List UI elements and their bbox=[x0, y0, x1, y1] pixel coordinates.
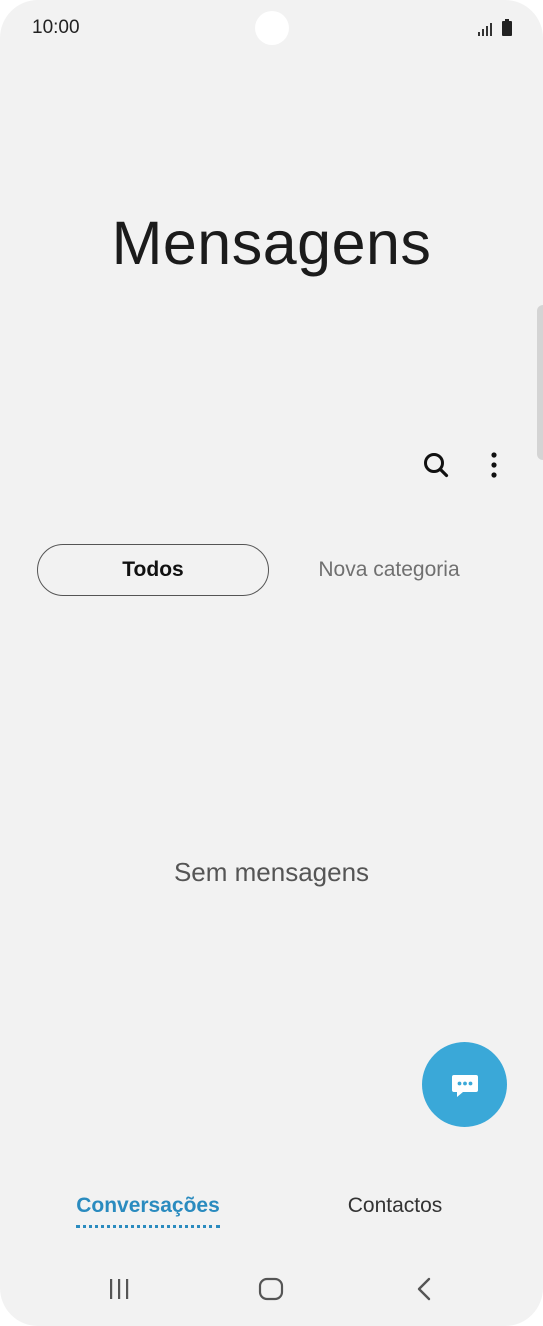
status-time: 10:00 bbox=[32, 17, 80, 38]
more-vertical-icon bbox=[491, 452, 497, 478]
home-button[interactable] bbox=[256, 1276, 286, 1302]
screen: 10:00 Mensagens Todos Nova categoria Sem… bbox=[0, 0, 543, 1326]
signal-icon bbox=[478, 23, 492, 36]
compose-message-icon bbox=[451, 1074, 478, 1097]
back-button[interactable] bbox=[410, 1274, 438, 1304]
recent-apps-icon bbox=[110, 1279, 129, 1299]
more-options-button[interactable] bbox=[478, 447, 510, 483]
navigation-bar bbox=[0, 1262, 543, 1318]
bottom-tab-conversacoes[interactable]: Conversações bbox=[70, 1194, 226, 1230]
active-tab-indicator bbox=[76, 1225, 220, 1228]
search-button[interactable] bbox=[418, 447, 454, 483]
home-icon bbox=[258, 1277, 284, 1301]
front-camera-cutout bbox=[255, 11, 289, 45]
category-tab-todos[interactable]: Todos bbox=[37, 544, 269, 596]
battery-icon bbox=[502, 19, 512, 36]
category-tab-nova-categoria[interactable]: Nova categoria bbox=[300, 544, 478, 596]
status-bar: 10:00 bbox=[0, 0, 543, 56]
edge-panel-handle[interactable] bbox=[537, 305, 543, 460]
search-icon bbox=[424, 453, 449, 478]
empty-state-message: Sem mensagens bbox=[173, 857, 370, 887]
recent-apps-button[interactable] bbox=[104, 1276, 134, 1302]
compose-message-button[interactable] bbox=[422, 1042, 507, 1127]
bottom-tab-contactos[interactable]: Contactos bbox=[322, 1194, 468, 1230]
back-icon bbox=[417, 1277, 431, 1301]
page-title: Mensagens bbox=[111, 209, 432, 277]
bottom-tab-conversacoes-label: Conversações bbox=[76, 1194, 220, 1217]
